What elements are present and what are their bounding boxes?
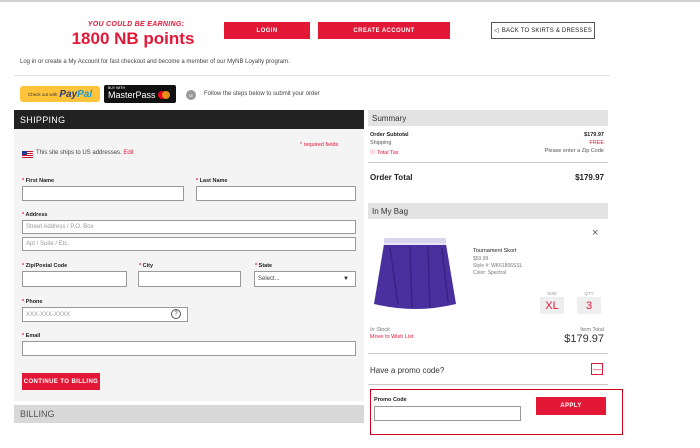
paypal-logo-pay: Pay [59, 88, 78, 100]
summary-divider [368, 162, 608, 163]
total-tax-label: Total Tax [376, 150, 399, 156]
paypal-logo: PayPal [59, 89, 92, 100]
first-name-label: * First Name [22, 178, 55, 184]
first-name-input[interactable] [22, 186, 184, 201]
item-total-value: $179.97 [564, 333, 604, 345]
product-image[interactable] [370, 232, 460, 314]
required-note: * required fields [300, 142, 339, 148]
total-tax-link[interactable]: ⓘ Total Tax [370, 148, 399, 156]
promo-question[interactable]: Have a promo code? [370, 366, 444, 375]
earning-points: 1800 NB points [71, 29, 195, 48]
or-badge: or [186, 90, 196, 100]
promo-code-label: Promo Code [374, 397, 407, 403]
billing-header: BILLING [14, 405, 364, 423]
chevron-left-icon: ◁ [494, 28, 499, 34]
email-input[interactable] [22, 341, 356, 356]
help-icon[interactable]: ? [171, 309, 181, 319]
state-select[interactable]: Select... ▼ [254, 271, 356, 287]
subtotal-value: $179.97 [584, 132, 604, 138]
us-flag-icon [22, 151, 33, 158]
city-input[interactable] [138, 271, 241, 287]
back-link-label: BACK TO SKIRTS & DRESSES [501, 27, 592, 34]
bag-header: In My Bag [368, 203, 608, 219]
edit-country-link[interactable]: Edit [123, 150, 133, 156]
qty-value[interactable]: 3 [577, 297, 601, 314]
ships-to-text: This site ships to US addresses. [36, 150, 122, 156]
bag-divider [368, 353, 608, 354]
remove-item-icon[interactable]: × [592, 227, 598, 239]
paypal-checkout-button[interactable]: Check out with PayPal [20, 86, 100, 102]
shipping-cost-label: Shipping [370, 140, 392, 146]
create-account-button[interactable]: CREATE ACCOUNT [318, 22, 450, 39]
promo-divider [368, 384, 608, 385]
shipping-cost-value: FREE [589, 140, 604, 146]
intro-text: Log in or create a My Account for fast c… [20, 59, 290, 65]
address-line2-input[interactable]: Apt / Suite / Etc. [22, 237, 356, 251]
masterpass-button[interactable]: BUY WITH MasterPass [104, 85, 176, 103]
move-to-wishlist-link[interactable]: Move to Wish List [370, 334, 413, 340]
address-line1-input[interactable]: Street Address / P.O. Box [22, 220, 356, 234]
subtotal-label: Order Subtotal [370, 132, 409, 138]
address-label: * Address [22, 212, 48, 218]
stock-status: In Stock [370, 327, 390, 333]
question-circle-icon: ⓘ [370, 150, 377, 156]
continue-to-billing-button[interactable]: CONTINUE TO BILLING [22, 373, 100, 390]
earning-caption: YOU COULD BE EARNING: [87, 21, 185, 28]
size-label: SIZE [546, 291, 557, 296]
product-color: Color: Spectral [473, 270, 507, 276]
order-total-value: $179.97 [575, 173, 604, 182]
caret-down-icon: ▼ [343, 276, 349, 282]
masterpass-label: MasterPass [108, 90, 156, 100]
product-price: $59.99 [473, 256, 489, 262]
size-value[interactable]: XL [540, 297, 564, 314]
tax-value: Please enter a Zip Code [544, 148, 604, 154]
back-to-category-link[interactable]: ◁ BACK TO SKIRTS & DRESSES [491, 22, 595, 39]
collapse-promo-icon[interactable]: — [591, 363, 603, 375]
divider [14, 75, 610, 76]
paypal-logo-pal: Pal [77, 88, 93, 100]
state-select-value: Select... [258, 276, 280, 282]
zip-input[interactable] [22, 271, 127, 287]
login-button[interactable]: LOGIN [224, 22, 310, 39]
required-note-text: required fields [303, 142, 339, 148]
summary-header: Summary [368, 110, 608, 126]
phone-label: * Phone [22, 299, 43, 305]
state-label: * State [255, 263, 273, 269]
mastercard-icon [157, 91, 170, 99]
shipping-header: SHIPPING [14, 110, 364, 129]
apply-promo-button[interactable]: APPLY [536, 397, 606, 415]
product-style: Style #: WK61806SSL [473, 263, 523, 269]
last-name-label: * Last Name [196, 178, 228, 184]
last-name-input[interactable] [196, 186, 356, 201]
order-total-label: Order Total [370, 173, 413, 182]
follow-steps-text: Follow the steps below to submit your or… [204, 91, 320, 97]
top-border [0, 0, 700, 2]
product-name[interactable]: Tournament Skort [473, 248, 516, 254]
qty-label: QTY [584, 291, 594, 296]
email-label: * Email [22, 333, 41, 339]
paypal-prefix: Check out with [27, 91, 58, 97]
zip-label: * Zip/Postal Code [22, 263, 68, 269]
city-label: * City [139, 263, 154, 269]
ships-to-note: This site ships to US addresses. Edit [36, 150, 134, 156]
phone-input[interactable]: XXX-XXX-XXXX [22, 307, 188, 322]
promo-code-input[interactable] [374, 406, 521, 421]
